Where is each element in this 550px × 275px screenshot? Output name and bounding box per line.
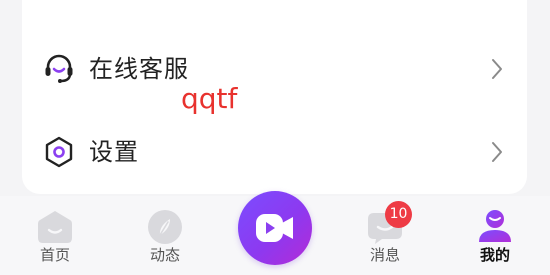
menu-item-settings[interactable]: 设置 bbox=[22, 127, 527, 177]
profile-icon bbox=[479, 210, 511, 242]
publish-video-button[interactable] bbox=[238, 191, 312, 265]
menu-card: 在线客服 设置 bbox=[22, 0, 527, 194]
feed-icon bbox=[148, 210, 182, 244]
tab-messages[interactable]: 消息 bbox=[340, 196, 430, 275]
tab-feed[interactable]: 动态 bbox=[120, 196, 210, 275]
unread-count-badge: 10 bbox=[385, 201, 412, 228]
tab-me[interactable]: 我的 bbox=[450, 196, 540, 275]
tab-label: 消息 bbox=[369, 246, 400, 264]
tab-label: 动态 bbox=[149, 246, 180, 264]
tab-label: 我的 bbox=[479, 246, 510, 264]
home-icon bbox=[38, 211, 72, 243]
headset-icon bbox=[45, 54, 73, 83]
watermark-text: qqtf bbox=[181, 82, 238, 115]
video-camera-icon bbox=[256, 214, 293, 242]
menu-item-label: 设置 bbox=[89, 138, 139, 166]
chevron-right-icon bbox=[492, 59, 502, 79]
menu-item-label: 在线客服 bbox=[89, 55, 189, 83]
tab-label: 首页 bbox=[39, 246, 70, 264]
menu-item-online-service[interactable]: 在线客服 bbox=[22, 44, 527, 94]
chevron-right-icon bbox=[492, 142, 502, 162]
tab-home[interactable]: 首页 bbox=[10, 196, 100, 275]
settings-icon bbox=[45, 136, 73, 168]
